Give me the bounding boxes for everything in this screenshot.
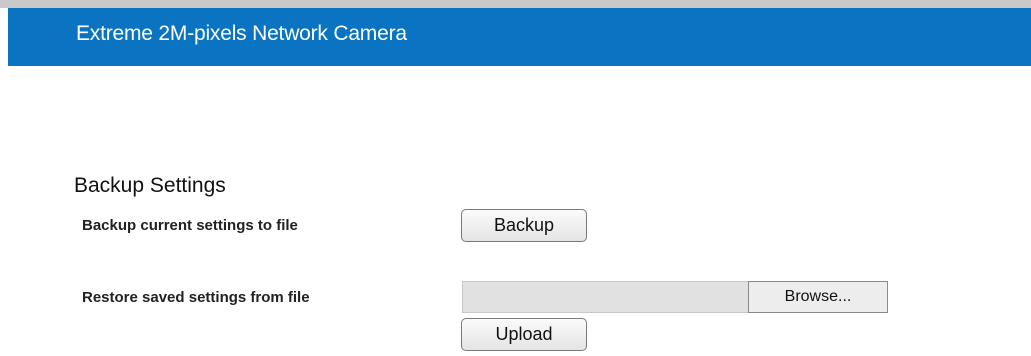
section-title: Backup Settings [74,174,226,197]
browse-button[interactable]: Browse... [748,281,888,313]
backup-button[interactable]: Backup [461,209,587,242]
upload-button[interactable]: Upload [461,318,587,351]
restore-file-input[interactable] [462,281,748,313]
page-header-title: Extreme 2M-pixels Network Camera [76,22,407,45]
restore-label: Restore saved settings from file [82,289,310,306]
top-border [0,0,1031,8]
backup-label: Backup current settings to file [82,217,298,234]
